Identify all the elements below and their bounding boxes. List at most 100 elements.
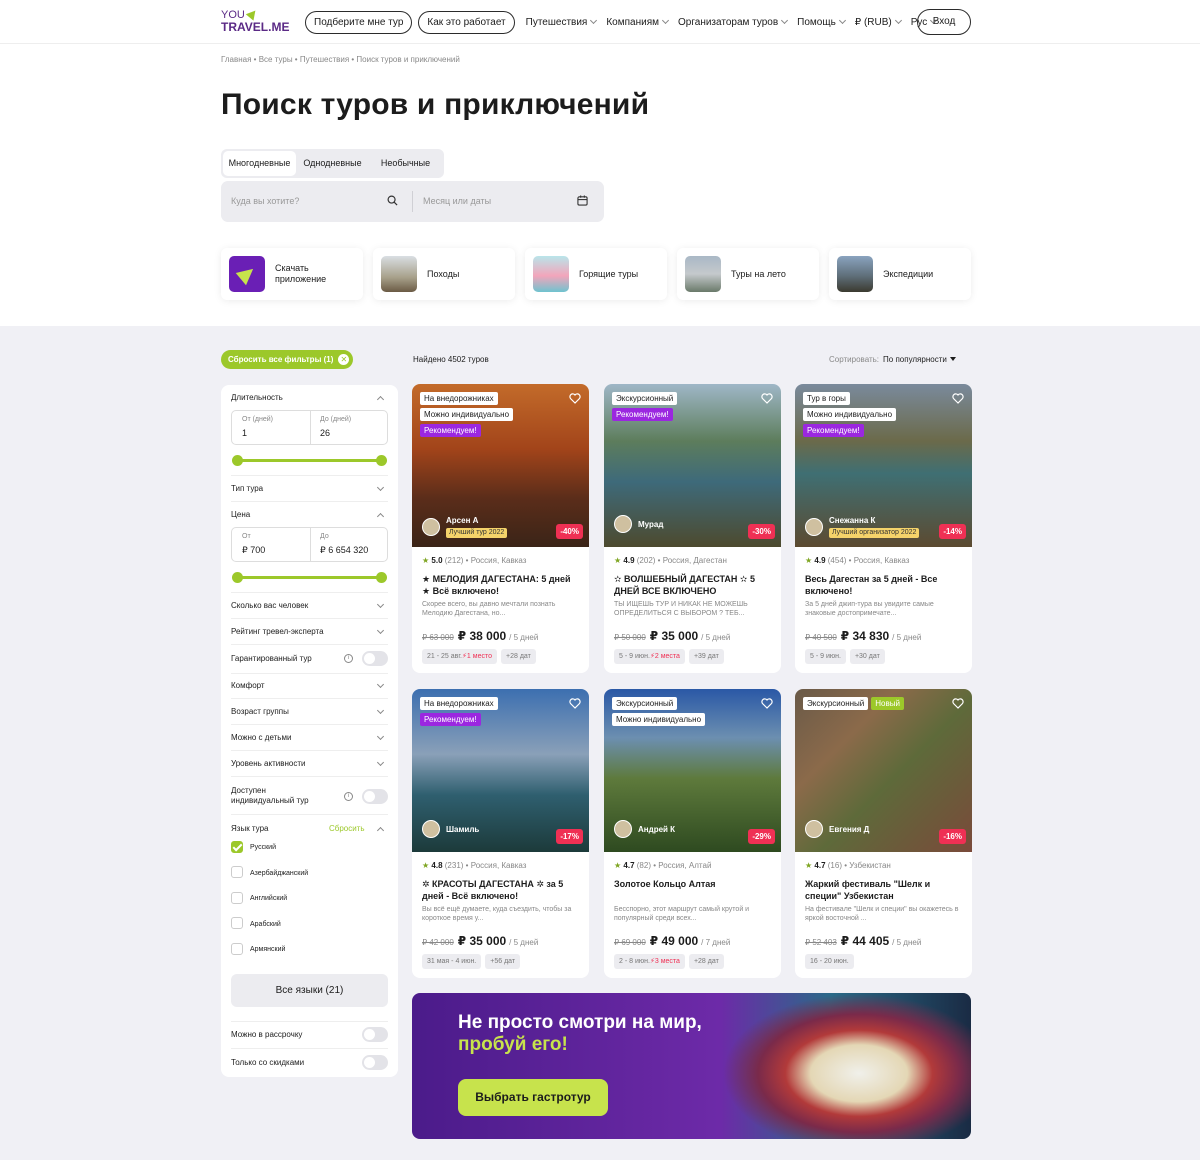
tour-price: ₽ 42 000 ₽ 35 000/ 5 дней bbox=[422, 934, 539, 948]
duration-slider[interactable] bbox=[232, 455, 387, 466]
date-chip[interactable]: 31 мая - 4 июн. bbox=[422, 954, 482, 969]
quick-link-app[interactable]: Скачать приложение bbox=[221, 248, 363, 300]
logo[interactable]: YOU TRAVEL.ME bbox=[221, 7, 289, 33]
choose-gastrotour-button[interactable]: Выбрать гастротур bbox=[458, 1079, 608, 1116]
tour-card[interactable]: Экскурсионный Рекомендуем! Мурад -30% ★ 4.9 … bbox=[604, 384, 781, 673]
duration-to-input[interactable]: 26 bbox=[320, 428, 330, 438]
installment-toggle[interactable] bbox=[362, 1027, 388, 1042]
discounts-toggle[interactable] bbox=[362, 1055, 388, 1070]
tour-card[interactable]: На внедорожниках Рекомендуем! Шамиль -17% ★ … bbox=[412, 689, 589, 978]
more-dates-button[interactable]: +28 дат bbox=[501, 649, 536, 664]
nav-organizers[interactable]: Организаторам туров bbox=[678, 16, 789, 28]
slider-handle[interactable] bbox=[376, 455, 387, 466]
reset-filters-button[interactable]: Сбросить все фильтры (1) ✕ bbox=[221, 350, 354, 369]
quick-link-summer[interactable]: Туры на лето bbox=[677, 248, 819, 300]
filter-price-header[interactable]: Цена bbox=[231, 510, 385, 521]
guide-info[interactable]: Снежанна К Лучший организатор 2022 bbox=[805, 515, 920, 538]
hot-tours-thumbnail bbox=[533, 256, 569, 292]
login-button[interactable]: Вход bbox=[917, 9, 971, 35]
price-to-input[interactable]: ₽ 6 654 320 bbox=[320, 545, 368, 556]
filter-comfort[interactable]: Комфорт bbox=[231, 680, 385, 690]
filter-age[interactable]: Возраст группы bbox=[231, 706, 385, 716]
guide-info[interactable]: Андрей К bbox=[614, 820, 675, 838]
slider-handle[interactable] bbox=[232, 572, 243, 583]
nav-travel[interactable]: Путешествия bbox=[526, 16, 598, 28]
more-dates-button[interactable]: +30 дат bbox=[849, 649, 885, 664]
individual-toggle[interactable] bbox=[362, 789, 388, 804]
date-chip[interactable]: 21 - 25 авг.⚡1 место bbox=[422, 649, 497, 664]
heart-icon[interactable] bbox=[952, 393, 964, 404]
pick-tour-button[interactable]: Подберите мне тур bbox=[305, 10, 413, 34]
lang-checkbox-azerbaijani[interactable] bbox=[231, 866, 243, 878]
tab-unusual[interactable]: Необычные bbox=[369, 151, 442, 176]
duration-range: От (дней) 1 До (дней) 26 bbox=[231, 410, 388, 445]
quick-link-expeditions[interactable]: Экспедиции bbox=[829, 248, 971, 300]
tour-title[interactable]: ★ МЕЛОДИЯ ДАГЕСТАНА: 5 дней ★ Всё включе… bbox=[422, 573, 580, 597]
language-reset-link[interactable]: Сбросить bbox=[329, 824, 365, 833]
guide-info[interactable]: Мурад bbox=[614, 515, 663, 533]
lang-checkbox-russian[interactable] bbox=[231, 841, 243, 853]
more-dates-button[interactable]: +28 дат bbox=[688, 954, 724, 969]
tour-title[interactable]: Жаркий фестиваль "Шелк и специи" Узбекис… bbox=[805, 878, 963, 902]
tab-oneday[interactable]: Однодневные bbox=[296, 151, 369, 176]
quick-link-hot[interactable]: Горящие туры bbox=[525, 248, 667, 300]
gastrotour-banner[interactable]: Не просто смотри на мир, пробуй его! Выб… bbox=[412, 993, 971, 1139]
filter-activity[interactable]: Уровень активности bbox=[231, 758, 385, 768]
slider-handle[interactable] bbox=[232, 455, 243, 466]
tour-title[interactable]: ✲ КРАСОТЫ ДАГЕСТАНА ✲ за 5 дней - Всё вк… bbox=[422, 878, 580, 902]
lang-checkbox-english[interactable] bbox=[231, 892, 243, 904]
heart-icon[interactable] bbox=[569, 698, 581, 709]
slider-handle[interactable] bbox=[376, 572, 387, 583]
nav-help[interactable]: Помощь bbox=[797, 16, 846, 28]
filter-language-header[interactable]: Язык тура bbox=[231, 824, 385, 835]
tour-title[interactable]: ✫ ВОЛШЕБНЫЙ ДАГЕСТАН ✫ 5 ДНЕЙ ВСЕ ВКЛЮЧЕ… bbox=[614, 573, 772, 597]
heart-icon[interactable] bbox=[761, 698, 773, 709]
card-badge: Новый bbox=[871, 697, 904, 710]
tour-title[interactable]: Золотое Кольцо Алтая bbox=[614, 878, 772, 890]
guide-info[interactable]: Шамиль bbox=[422, 820, 479, 838]
price-slider[interactable] bbox=[232, 572, 387, 583]
guide-info[interactable]: Евгения Д bbox=[805, 820, 869, 838]
destination-input[interactable]: Куда вы хотите? bbox=[231, 196, 299, 206]
lang-checkbox-armenian[interactable] bbox=[231, 943, 243, 955]
date-chip[interactable]: 5 - 9 июн. bbox=[805, 649, 846, 664]
heart-icon[interactable] bbox=[761, 393, 773, 404]
guide-info[interactable]: Арсен А Лучший тур 2022 bbox=[422, 515, 508, 538]
all-languages-button[interactable]: Все языки (21) bbox=[231, 974, 388, 1007]
date-chip[interactable]: 2 - 8 июн.⚡3 места bbox=[614, 954, 685, 969]
sort-control[interactable]: Сортировать: По популярности bbox=[829, 355, 956, 364]
tour-card[interactable]: На внедорожниках Можно индивидуально Реком… bbox=[412, 384, 589, 673]
breadcrumb[interactable]: Главная • Все туры • Путешествия • Поиск… bbox=[221, 55, 460, 64]
more-dates-button[interactable]: +56 дат bbox=[485, 954, 521, 969]
filter-duration-header[interactable]: Длительность bbox=[231, 393, 385, 404]
info-icon[interactable]: i bbox=[344, 792, 353, 801]
guaranteed-toggle[interactable] bbox=[362, 651, 388, 666]
info-icon[interactable]: i bbox=[344, 654, 353, 663]
tour-card[interactable]: Экскурсионный Можно индивидуально Андрей К… bbox=[604, 689, 781, 978]
heart-icon[interactable] bbox=[569, 393, 581, 404]
food-plate-image bbox=[722, 993, 971, 1139]
more-dates-button[interactable]: +39 дат bbox=[688, 649, 724, 664]
heart-icon[interactable] bbox=[952, 698, 964, 709]
tab-multiday[interactable]: Многодневные bbox=[223, 151, 296, 176]
tour-card[interactable]: Тур в горы Можно индивидуально Рекомендуем… bbox=[795, 384, 972, 673]
quick-link-hikes[interactable]: Походы bbox=[373, 248, 515, 300]
calendar-icon[interactable] bbox=[577, 195, 588, 206]
search-icon[interactable] bbox=[387, 195, 398, 206]
how-it-works-button[interactable]: Как это работает bbox=[418, 10, 515, 34]
date-chip[interactable]: 16 - 20 июн. bbox=[805, 954, 854, 969]
date-input[interactable]: Месяц или даты bbox=[423, 196, 491, 206]
duration-from-input[interactable]: 1 bbox=[242, 428, 247, 438]
currency-select[interactable]: ₽ (RUB) bbox=[855, 16, 902, 28]
filter-people[interactable]: Сколько вас человек bbox=[231, 600, 385, 610]
filter-rating[interactable]: Рейтинг тревел-эксперта bbox=[231, 626, 385, 636]
tour-price: ₽ 50 000 ₽ 35 000/ 5 дней bbox=[614, 629, 731, 643]
nav-companies[interactable]: Компаниям bbox=[606, 16, 670, 28]
price-from-input[interactable]: ₽ 700 bbox=[242, 545, 265, 556]
filter-tour-type[interactable]: Тип тура bbox=[231, 483, 385, 493]
filter-kids[interactable]: Можно с детьми bbox=[231, 732, 385, 742]
lang-checkbox-arabic[interactable] bbox=[231, 917, 243, 929]
tour-title[interactable]: Весь Дагестан за 5 дней - Все включено! bbox=[805, 573, 963, 597]
date-chip[interactable]: 5 - 9 июн.⚡2 места bbox=[614, 649, 685, 664]
tour-card[interactable]: Экскурсионный Новый Евгения Д -16% ★ 4.7 (16… bbox=[795, 689, 972, 978]
